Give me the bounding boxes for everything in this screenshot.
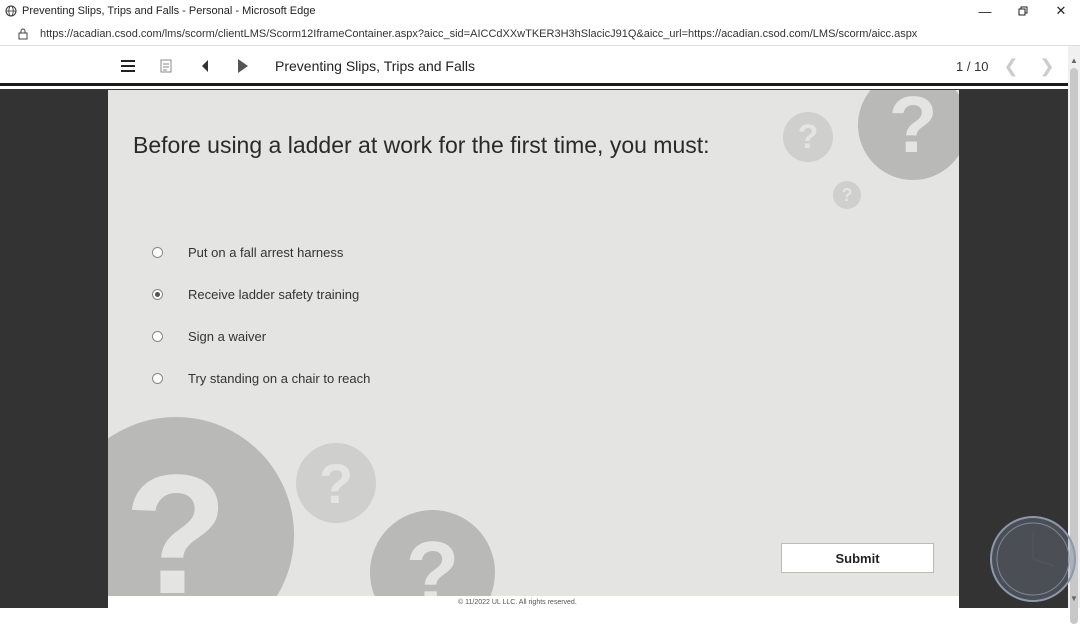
question-mark-decor: ? — [783, 112, 833, 162]
radio-button[interactable] — [152, 330, 163, 342]
previous-icon[interactable] — [195, 56, 215, 76]
play-icon[interactable] — [233, 56, 253, 76]
url-field[interactable]: https://acadian.csod.com/lms/scorm/clien… — [40, 28, 917, 40]
answer-label: Try standing on a chair to reach — [188, 370, 371, 386]
question-text: Before using a ladder at work for the fi… — [133, 132, 710, 158]
window-title: Preventing Slips, Trips and Falls - Pers… — [22, 5, 316, 17]
radio-button[interactable] — [152, 372, 163, 384]
course-title: Preventing Slips, Trips and Falls — [275, 58, 475, 74]
question-mark-glyph: ? — [797, 117, 819, 156]
page-counter: 1 / 10 — [956, 59, 989, 74]
answer-option[interactable]: Try standing on a chair to reach — [152, 366, 452, 390]
quiz-slide: ? ? ? ? ? ? Before using a ladder at wor… — [108, 90, 959, 596]
question-mark-decor: ? — [108, 417, 294, 596]
answer-option[interactable]: Sign a waiver — [152, 324, 452, 348]
copyright-text: © 11/2022 UL LLC. All rights reserved. — [458, 599, 577, 606]
player-toolbar: Preventing Slips, Trips and Falls 1 / 10… — [0, 46, 1068, 86]
lock-icon — [16, 27, 30, 41]
clock-widget — [990, 516, 1076, 602]
minimize-icon[interactable]: — — [966, 0, 1004, 22]
submit-button[interactable]: Submit — [781, 543, 934, 573]
browser-title-bar: Preventing Slips, Trips and Falls - Pers… — [0, 0, 1080, 22]
question-mark-decor: ? — [833, 181, 861, 209]
globe-icon — [4, 4, 18, 18]
question-mark-glyph: ? — [124, 440, 228, 596]
radio-button[interactable] — [152, 246, 163, 258]
address-bar: https://acadian.csod.com/lms/scorm/clien… — [0, 22, 1080, 46]
question-mark-glyph: ? — [888, 90, 938, 169]
slide-footer: © 11/2022 UL LLC. All rights reserved. — [108, 596, 959, 608]
answer-label: Receive ladder safety training — [188, 286, 360, 302]
question-mark-glyph: ? — [318, 451, 354, 515]
notes-icon[interactable] — [156, 56, 176, 76]
question-mark-glyph: ? — [405, 522, 460, 597]
restore-icon[interactable] — [1004, 0, 1042, 22]
question-mark-glyph: ? — [841, 184, 853, 205]
answer-option[interactable]: Receive ladder safety training — [152, 282, 452, 306]
chevron-right-icon[interactable]: ❯ — [1036, 55, 1058, 77]
menu-icon[interactable] — [118, 56, 138, 76]
question-mark-decor: ? — [296, 443, 376, 523]
radio-button-selected[interactable] — [152, 288, 163, 300]
answer-label: Sign a waiver — [188, 328, 267, 344]
question-mark-decor: ? — [370, 510, 495, 596]
scroll-up-icon[interactable]: ▲ — [1068, 54, 1080, 66]
close-icon[interactable]: ✕ — [1042, 0, 1080, 22]
question-mark-decor: ? — [858, 90, 959, 180]
answer-label: Put on a fall arrest harness — [188, 244, 344, 260]
chevron-left-icon[interactable]: ❮ — [1000, 55, 1022, 77]
answer-option[interactable]: Put on a fall arrest harness — [152, 240, 452, 264]
